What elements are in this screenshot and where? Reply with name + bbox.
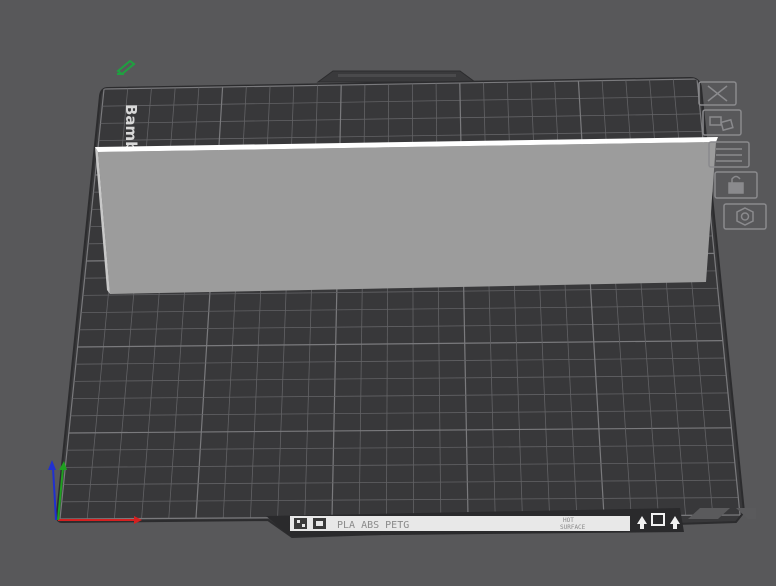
- lock-button[interactable]: [714, 171, 758, 199]
- qr-icon: [294, 518, 307, 529]
- arrange-icon: [709, 116, 722, 126]
- orient-icon: [716, 148, 742, 162]
- plate-hot-text: HOT: [563, 517, 574, 524]
- axis-z: [52, 467, 57, 521]
- lock-icon: [728, 182, 744, 194]
- 3d-viewport[interactable]: Bambu PLA ABS PETG HOT SURFACE: [0, 0, 776, 582]
- pencil-icon[interactable]: [116, 59, 136, 76]
- close-button[interactable]: [698, 81, 737, 106]
- gear-icon: [736, 207, 754, 226]
- object-front-face: [98, 142, 716, 294]
- plate-surface-text: SURFACE: [560, 524, 586, 531]
- plate-tab-slot: [338, 74, 456, 77]
- model-object[interactable]: [95, 137, 718, 294]
- settings-button[interactable]: [723, 203, 767, 230]
- arrange-button[interactable]: [702, 109, 742, 136]
- plate-materials-text: PLA ABS PETG: [337, 520, 409, 531]
